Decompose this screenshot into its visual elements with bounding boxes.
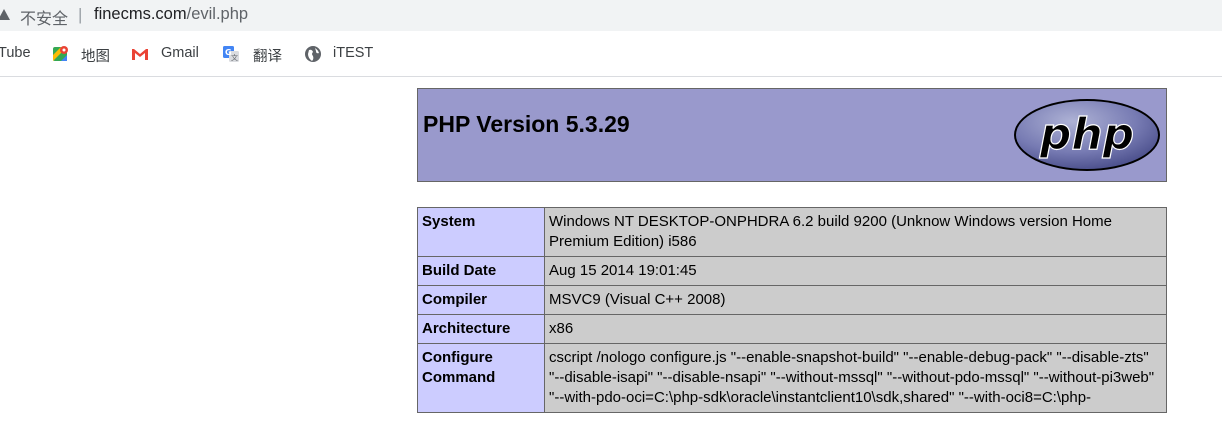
- url-separator: |: [78, 5, 83, 24]
- row-value: x86: [544, 314, 1167, 344]
- page-title: PHP Version 5.3.29: [423, 111, 630, 137]
- table-row: Configure Command cscript /nologo config…: [417, 343, 1167, 413]
- bookmark-youtube[interactable]: Tube: [0, 45, 31, 61]
- phpinfo-header: PHP Version 5.3.29 php: [417, 88, 1167, 182]
- php-logo[interactable]: php: [1012, 97, 1162, 173]
- table-row: System Windows NT DESKTOP-ONPHDRA 6.2 bu…: [417, 207, 1167, 257]
- row-value: Windows NT DESKTOP-ONPHDRA 6.2 build 920…: [544, 207, 1167, 257]
- bookmarks-bar: Tube 地图 Gmail G 文 翻译 iTEST: [0, 31, 1222, 77]
- translate-icon: G 文: [223, 46, 239, 62]
- table-row: Architecture x86: [417, 314, 1167, 344]
- bookmark-maps[interactable]: 地图: [81, 45, 110, 66]
- row-value: cscript /nologo configure.js "--enable-s…: [544, 343, 1167, 413]
- url-host: finecms.com: [94, 5, 187, 23]
- row-key: Build Date: [417, 256, 545, 286]
- globe-icon: [305, 46, 321, 62]
- phpinfo-table: System Windows NT DESKTOP-ONPHDRA 6.2 bu…: [417, 207, 1167, 413]
- row-key: Configure Command: [417, 343, 545, 413]
- row-key: Architecture: [417, 314, 545, 344]
- row-key: Compiler: [417, 285, 545, 315]
- php-logo-text: php: [1039, 109, 1134, 160]
- gmail-icon: [132, 49, 148, 60]
- url-text[interactable]: finecms.com/evil.php: [94, 5, 248, 24]
- maps-icon: [53, 46, 68, 61]
- security-label[interactable]: 不安全: [20, 5, 68, 29]
- bookmark-itest[interactable]: iTEST: [333, 45, 373, 61]
- row-value: MSVC9 (Visual C++ 2008): [544, 285, 1167, 315]
- svg-text:文: 文: [231, 53, 238, 62]
- row-key: System: [417, 207, 545, 257]
- row-value: Aug 15 2014 19:01:45: [544, 256, 1167, 286]
- table-row: Compiler MSVC9 (Visual C++ 2008): [417, 285, 1167, 315]
- page-content: PHP Version 5.3.29 php System Windows NT…: [0, 77, 1222, 429]
- table-row: Build Date Aug 15 2014 19:01:45: [417, 256, 1167, 286]
- bookmark-gmail[interactable]: Gmail: [161, 45, 199, 61]
- url-path: /evil.php: [186, 5, 249, 23]
- bookmark-translate[interactable]: 翻译: [253, 45, 282, 66]
- warning-icon[interactable]: [0, 9, 10, 20]
- address-bar[interactable]: 不安全 | finecms.com/evil.php: [0, 0, 1222, 31]
